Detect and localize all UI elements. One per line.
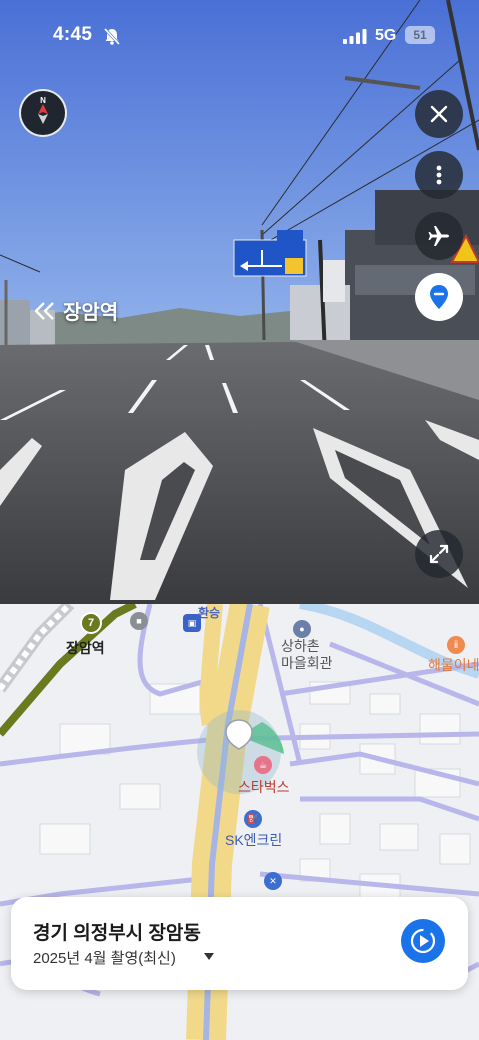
more-options-button[interactable]: [415, 151, 463, 199]
repair-shop-icon: ✕: [264, 872, 282, 890]
gas-station-icon: ⛽: [244, 810, 262, 828]
compass-button[interactable]: N: [19, 89, 67, 137]
status-time: 4:45: [53, 24, 93, 45]
map-label-hall[interactable]: 상하촌 마을회관: [281, 638, 333, 672]
play-timelapse-button[interactable]: [401, 919, 445, 963]
mute-bell-icon: [103, 27, 121, 46]
map-label-station[interactable]: 장암역: [66, 638, 105, 658]
signal-icon: [343, 29, 367, 44]
network-type: 5G: [375, 27, 397, 44]
map-label-starbucks[interactable]: 스타벅스: [238, 777, 290, 797]
location-pin-icon: [430, 285, 448, 309]
restaurant-icon: ⅱ: [447, 636, 465, 654]
svg-text:N: N: [40, 96, 46, 105]
bus-stop-icon: ■: [130, 612, 148, 630]
more-vertical-icon: [436, 165, 442, 185]
close-button[interactable]: [415, 90, 463, 138]
play-icon: [410, 928, 436, 954]
battery-indicator: 51: [405, 26, 435, 44]
street-view-panorama[interactable]: 4:45 5G 51 N 장암역: [0, 0, 479, 604]
subway-line-number: 7: [87, 617, 95, 629]
community-hall-icon: ●: [293, 620, 311, 638]
subway-line-7-icon: 7: [80, 612, 102, 634]
location-info-card[interactable]: 경기 의정부시 장암동 2025년 4월 촬영(최신): [11, 897, 468, 990]
double-chevron-left-icon: [34, 301, 54, 320]
map-label-gas[interactable]: SK엔크린: [225, 830, 282, 850]
expand-icon: [429, 544, 449, 564]
place-label-text: 장암역: [63, 302, 119, 324]
expand-button[interactable]: [415, 530, 463, 578]
map-label-restaurant[interactable]: 해물이네: [428, 655, 479, 675]
compass-icon: N: [38, 96, 48, 124]
chevron-down-icon[interactable]: [204, 953, 214, 960]
cafe-icon: ☕: [254, 756, 272, 774]
location-pin-button[interactable]: [415, 273, 463, 321]
map-label-transfer[interactable]: 환승: [198, 604, 220, 621]
location-title: 경기 의정부시 장암동: [33, 923, 201, 944]
capture-date-selector[interactable]: 2025년 4월 촬영(최신): [33, 947, 176, 968]
status-bar: 4:45 5G 51: [0, 0, 479, 70]
street-place-link[interactable]: 장암역: [33, 296, 118, 325]
aerial-view-button[interactable]: [415, 212, 463, 260]
close-icon: [430, 105, 448, 123]
airplane-icon: [428, 226, 449, 246]
